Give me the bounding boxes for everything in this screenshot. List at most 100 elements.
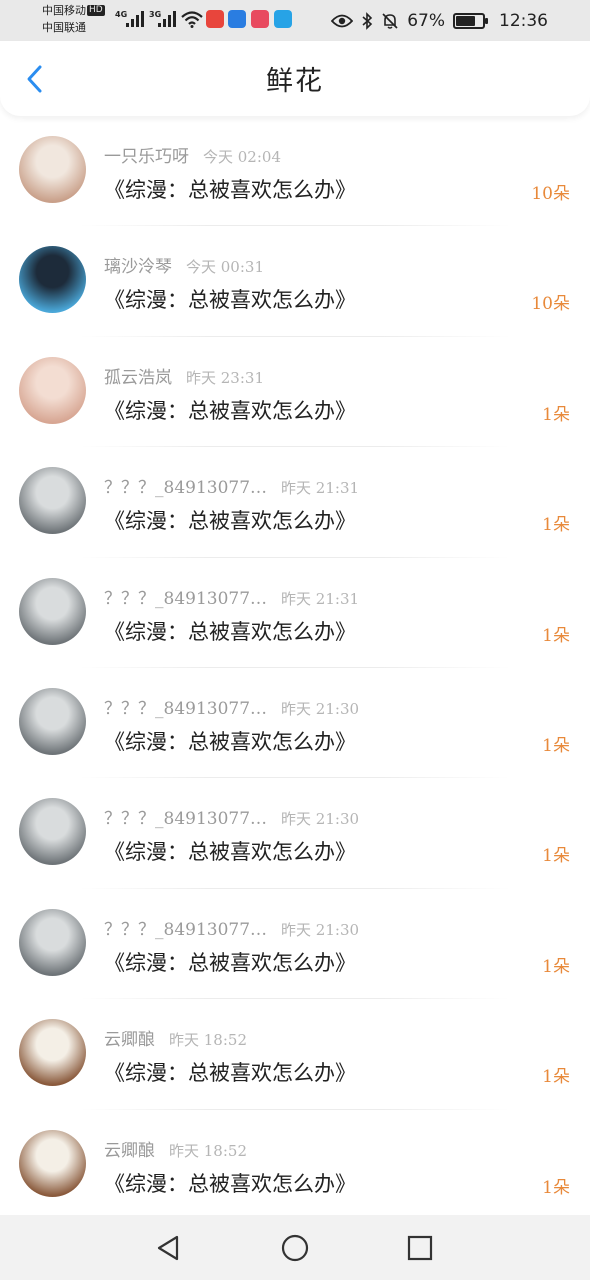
- timestamp: 今天 00:31: [186, 258, 264, 277]
- signal-2-icon: [158, 11, 176, 27]
- carrier-2: 中国联通: [42, 21, 86, 34]
- list-item[interactable]: ？？？_84913077… 昨天 21:30 《综漫：总被喜欢怎么办》 1朵: [0, 778, 590, 889]
- battery-fill: [456, 15, 475, 26]
- flower-list: 一只乐巧呀 今天 02:04 《综漫：总被喜欢怎么办》 10朵 璃沙泠琴 今天 00…: [0, 116, 590, 1220]
- home-circle-icon: [281, 1234, 309, 1262]
- nav-back-button[interactable]: [151, 1231, 185, 1265]
- user-line: 云卿酿 昨天 18:52: [104, 1025, 247, 1050]
- list-item[interactable]: 孤云浩岚 昨天 23:31 《综漫：总被喜欢怎么办》 1朵: [0, 337, 590, 448]
- book-title[interactable]: 《综漫：总被喜欢怎么办》: [104, 174, 356, 204]
- avatar[interactable]: [19, 467, 86, 535]
- user-name[interactable]: ？？？_84913077…: [104, 920, 267, 940]
- notification-app-1-icon: [206, 10, 224, 28]
- book-title[interactable]: 《综漫：总被喜欢怎么办》: [104, 836, 356, 866]
- user-line: ？？？_84913077… 昨天 21:30: [104, 804, 359, 829]
- user-name[interactable]: ？？？_84913077…: [104, 589, 267, 609]
- user-line: ？？？_84913077… 昨天 21:31: [104, 584, 359, 609]
- flower-count: 10朵: [531, 294, 570, 315]
- user-line: 一只乐巧呀 今天 02:04: [104, 142, 281, 167]
- clock: 12:36: [499, 10, 548, 31]
- flower-count: 1朵: [542, 404, 570, 425]
- user-name[interactable]: 一只乐巧呀: [104, 147, 189, 167]
- list-item[interactable]: 一只乐巧呀 今天 02:04 《综漫：总被喜欢怎么办》 10朵: [0, 116, 590, 227]
- page-title: 鲜花: [266, 66, 324, 97]
- user-line: ？？？_84913077… 昨天 21:30: [104, 694, 359, 719]
- list-item[interactable]: ？？？_84913077… 昨天 21:30 《综漫：总被喜欢怎么办》 1朵: [0, 668, 590, 779]
- user-name[interactable]: 璃沙泠琴: [104, 257, 172, 277]
- avatar[interactable]: [19, 687, 86, 755]
- user-name[interactable]: 孤云浩岚: [104, 368, 172, 388]
- timestamp: 昨天 23:31: [186, 368, 264, 387]
- user-line: 孤云浩岚 昨天 23:31: [104, 363, 264, 388]
- nav-home-button[interactable]: [278, 1231, 312, 1265]
- avatar[interactable]: [19, 577, 86, 645]
- user-line: 璃沙泠琴 今天 00:31: [104, 252, 264, 277]
- book-title[interactable]: 《综漫：总被喜欢怎么办》: [104, 1057, 356, 1087]
- avatar[interactable]: [19, 136, 86, 203]
- flower-count: 1朵: [542, 956, 570, 977]
- back-triangle-icon: [157, 1235, 179, 1261]
- user-line: 云卿酿 昨天 18:52: [104, 1136, 247, 1161]
- page-header: 鲜花: [0, 41, 590, 116]
- timestamp: 昨天 21:30: [281, 920, 360, 939]
- book-title[interactable]: 《综漫：总被喜欢怎么办》: [104, 505, 356, 535]
- eye-icon: [331, 14, 354, 27]
- flower-count: 1朵: [542, 515, 570, 536]
- user-name[interactable]: ？？？_84913077…: [104, 478, 267, 498]
- list-item[interactable]: 云卿酿 昨天 18:52 《综漫：总被喜欢怎么办》 1朵: [0, 999, 590, 1110]
- timestamp: 今天 02:04: [203, 148, 281, 166]
- user-name[interactable]: 云卿酿: [104, 1141, 155, 1161]
- list-item[interactable]: ？？？_84913077… 昨天 21:31 《综漫：总被喜欢怎么办》 1朵: [0, 558, 590, 668]
- avatar[interactable]: [19, 798, 86, 866]
- flower-count: 1朵: [542, 625, 570, 646]
- list-item[interactable]: ？？？_84913077… 昨天 21:30 《综漫：总被喜欢怎么办》 1朵: [0, 889, 590, 1000]
- timestamp: 昨天 18:52: [169, 1031, 247, 1050]
- timestamp: 昨天 21:31: [281, 479, 360, 498]
- list-item[interactable]: ？？？_84913077… 昨天 21:31 《综漫：总被喜欢怎么办》 1朵: [0, 447, 590, 558]
- carrier-1: 中国移动: [42, 4, 86, 17]
- status-right: 67% 12:36: [331, 0, 548, 41]
- avatar[interactable]: [19, 1129, 86, 1197]
- bluetooth-icon: [362, 11, 373, 30]
- battery-percent: 67%: [407, 10, 445, 31]
- list-item[interactable]: 璃沙泠琴 今天 00:31 《综漫：总被喜欢怎么办》 10朵: [0, 226, 590, 337]
- timestamp: 昨天 21:31: [281, 589, 360, 608]
- book-title[interactable]: 《综漫：总被喜欢怎么办》: [104, 616, 356, 646]
- flower-count: 1朵: [542, 1067, 570, 1088]
- notification-app-3-icon: [251, 10, 269, 28]
- system-nav-bar: [0, 1215, 590, 1280]
- flower-count: 1朵: [542, 735, 570, 756]
- list-item[interactable]: 云卿酿 昨天 18:52 《综漫：总被喜欢怎么办》 1朵: [0, 1110, 590, 1220]
- book-title[interactable]: 《综漫：总被喜欢怎么办》: [104, 947, 356, 977]
- carrier-info: 中国移动 HD 中国联通: [42, 2, 105, 36]
- avatar[interactable]: [19, 246, 86, 314]
- hd-badge: HD: [87, 5, 105, 16]
- nav-recents-button[interactable]: [403, 1231, 437, 1265]
- battery-icon: [453, 12, 488, 29]
- timestamp: 昨天 21:30: [281, 699, 360, 718]
- status-bar: 中国移动 HD 中国联通 4G 3G 67% 12:36: [0, 0, 590, 41]
- avatar[interactable]: [19, 908, 86, 976]
- user-line: ？？？_84913077… 昨天 21:31: [104, 473, 359, 498]
- user-name[interactable]: ？？？_84913077…: [104, 699, 267, 719]
- flower-count: 1朵: [542, 846, 570, 867]
- notification-app-2-icon: [228, 10, 246, 28]
- avatar[interactable]: [19, 1019, 86, 1087]
- flower-count: 1朵: [542, 1177, 570, 1198]
- user-name[interactable]: 云卿酿: [104, 1030, 155, 1050]
- signal-1-icon: [126, 11, 144, 27]
- recents-square-icon: [407, 1235, 433, 1261]
- book-title[interactable]: 《综漫：总被喜欢怎么办》: [104, 395, 356, 425]
- user-line: ？？？_84913077… 昨天 21:30: [104, 915, 359, 940]
- wifi-icon: [181, 11, 203, 28]
- user-name[interactable]: ？？？_84913077…: [104, 809, 267, 829]
- timestamp: 昨天 21:30: [281, 810, 360, 829]
- mute-bell-icon: [382, 12, 398, 29]
- book-title[interactable]: 《综漫：总被喜欢怎么办》: [104, 284, 356, 314]
- avatar[interactable]: [19, 356, 86, 424]
- notification-app-4-icon: [274, 10, 292, 28]
- timestamp: 昨天 18:52: [169, 1141, 247, 1160]
- flower-count: 10朵: [531, 184, 570, 204]
- book-title[interactable]: 《综漫：总被喜欢怎么办》: [104, 1168, 356, 1198]
- book-title[interactable]: 《综漫：总被喜欢怎么办》: [104, 726, 356, 756]
